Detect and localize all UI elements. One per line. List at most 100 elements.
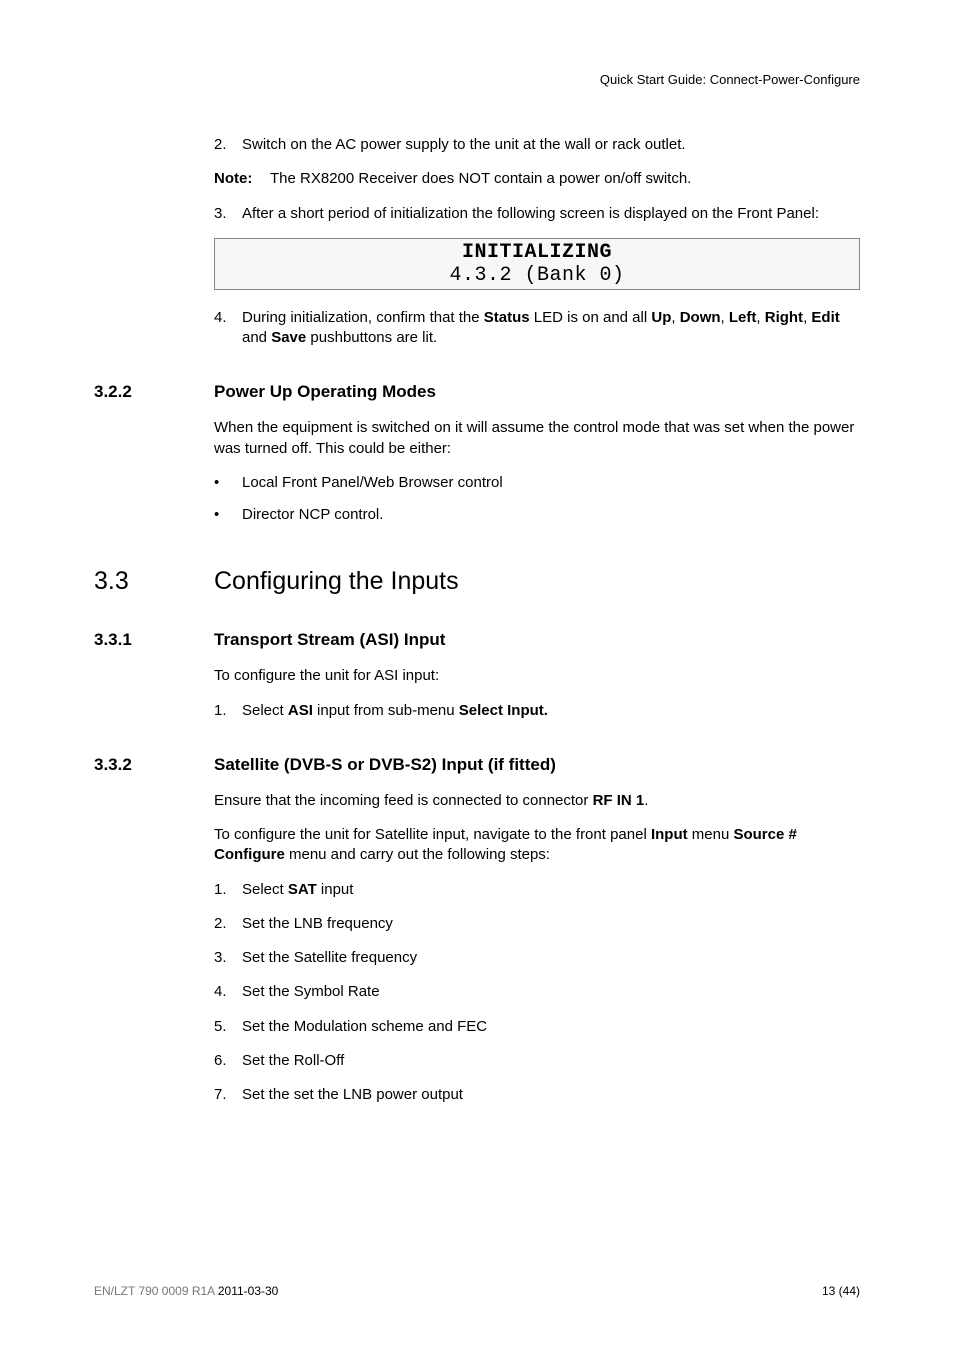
section-title: Satellite (DVB-S or DVB-S2) Input (if fi…	[214, 755, 556, 775]
section-number: 3.3.1	[94, 630, 214, 650]
list-item: 6. Set the Roll-Off	[214, 1051, 860, 1071]
lcd-display: INITIALIZING 4.3.2 (Bank 0)	[214, 238, 860, 290]
content-block: Ensure that the incoming feed is connect…	[214, 791, 860, 1106]
list-text: Select SAT input	[242, 880, 860, 900]
list-number: 1.	[214, 701, 242, 721]
text: ,	[756, 309, 764, 326]
bold-text: Status	[484, 309, 530, 326]
lcd-line-2: 4.3.2 (Bank 0)	[215, 264, 859, 287]
text: input from sub-menu	[313, 702, 459, 719]
doc-id: EN/LZT 790 0009 R1A	[94, 1284, 218, 1298]
paragraph: To configure the unit for ASI input:	[214, 666, 860, 686]
list-number: 3.	[214, 204, 242, 224]
text: .	[644, 792, 648, 809]
section-number: 3.3.2	[94, 755, 214, 775]
text: pushbuttons are lit.	[306, 329, 437, 346]
list-number: 7.	[214, 1085, 242, 1105]
list-item: 2. Set the LNB frequency	[214, 914, 860, 934]
running-header: Quick Start Guide: Connect-Power-Configu…	[94, 72, 860, 87]
list-text: Set the Symbol Rate	[242, 982, 860, 1002]
bold-text: Save	[271, 329, 306, 346]
doc-date: 2011-03-30	[218, 1284, 279, 1298]
list-number: 2.	[214, 914, 242, 934]
list-number: 4.	[214, 982, 242, 1002]
list-text: Set the set the LNB power output	[242, 1085, 860, 1105]
text: ,	[671, 309, 679, 326]
bold-text: Right	[765, 309, 803, 326]
list-text: During initialization, confirm that the …	[242, 308, 860, 349]
list-number: 5.	[214, 1017, 242, 1037]
bold-text: Edit	[811, 309, 839, 326]
heading-level-1: 3.3 Configuring the Inputs	[94, 567, 860, 596]
bullet-item: • Local Front Panel/Web Browser control	[214, 473, 860, 493]
heading-level-2: 3.2.2 Power Up Operating Modes	[94, 382, 860, 402]
bold-text: Input	[651, 826, 688, 843]
paragraph: When the equipment is switched on it wil…	[214, 418, 860, 459]
list-text: After a short period of initialization t…	[242, 204, 860, 224]
note: Note: The RX8200 Receiver does NOT conta…	[214, 169, 860, 189]
list-item: 4. During initialization, confirm that t…	[214, 308, 860, 349]
text: Ensure that the incoming feed is connect…	[214, 792, 593, 809]
list-item: 1. Select ASI input from sub-menu Select…	[214, 701, 860, 721]
list-number: 3.	[214, 948, 242, 968]
bullet-text: Local Front Panel/Web Browser control	[242, 473, 503, 493]
heading-level-2: 3.3.2 Satellite (DVB-S or DVB-S2) Input …	[94, 755, 860, 775]
list-number: 6.	[214, 1051, 242, 1071]
bullet-icon: •	[214, 473, 242, 493]
bold-text: RF IN 1	[593, 792, 645, 809]
list-item: 5. Set the Modulation scheme and FEC	[214, 1017, 860, 1037]
bold-text: Up	[651, 309, 671, 326]
bullet-item: • Director NCP control.	[214, 505, 860, 525]
bold-text: Select Input.	[459, 702, 548, 719]
list-item: 3. Set the Satellite frequency	[214, 948, 860, 968]
list-item: 3. After a short period of initializatio…	[214, 204, 860, 224]
text: ,	[721, 309, 729, 326]
list-text: Set the Satellite frequency	[242, 948, 860, 968]
list-item: 4. Set the Symbol Rate	[214, 982, 860, 1002]
lcd-line-1: INITIALIZING	[215, 241, 859, 264]
section-title: Power Up Operating Modes	[214, 382, 436, 402]
heading-level-2: 3.3.1 Transport Stream (ASI) Input	[94, 630, 860, 650]
page-number: 13 (44)	[822, 1284, 860, 1298]
list-number: 2.	[214, 135, 242, 155]
text: LED is on and all	[530, 309, 652, 326]
paragraph: Ensure that the incoming feed is connect…	[214, 791, 860, 811]
list-item: 7. Set the set the LNB power output	[214, 1085, 860, 1105]
text: Select	[242, 702, 288, 719]
section-number: 3.2.2	[94, 382, 214, 402]
bold-text: Down	[680, 309, 721, 326]
text: During initialization, confirm that the	[242, 309, 484, 326]
section-title: Configuring the Inputs	[214, 567, 459, 596]
list-text: Select ASI input from sub-menu Select In…	[242, 701, 860, 721]
list-number: 1.	[214, 880, 242, 900]
bullet-icon: •	[214, 505, 242, 525]
content-block: When the equipment is switched on it wil…	[214, 418, 860, 525]
bold-text: SAT	[288, 881, 317, 898]
bold-text: Left	[729, 309, 757, 326]
text: Select	[242, 881, 288, 898]
footer-left: EN/LZT 790 0009 R1A 2011-03-30	[94, 1284, 278, 1298]
page: Quick Start Guide: Connect-Power-Configu…	[0, 0, 954, 1350]
text: menu	[688, 826, 734, 843]
text: To configure the unit for Satellite inpu…	[214, 826, 651, 843]
content-block: 2. Switch on the AC power supply to the …	[214, 135, 860, 348]
list-text: Set the Roll-Off	[242, 1051, 860, 1071]
bold-text: ASI	[288, 702, 313, 719]
note-text: The RX8200 Receiver does NOT contain a p…	[270, 169, 691, 189]
section-number: 3.3	[94, 567, 214, 596]
bullet-text: Director NCP control.	[242, 505, 383, 525]
list-number: 4.	[214, 308, 242, 349]
content-block: To configure the unit for ASI input: 1. …	[214, 666, 860, 721]
list-text: Switch on the AC power supply to the uni…	[242, 135, 860, 155]
text: and	[242, 329, 271, 346]
paragraph: To configure the unit for Satellite inpu…	[214, 825, 860, 866]
list-text: Set the Modulation scheme and FEC	[242, 1017, 860, 1037]
list-item: 1. Select SAT input	[214, 880, 860, 900]
note-label: Note:	[214, 169, 270, 189]
list-item: 2. Switch on the AC power supply to the …	[214, 135, 860, 155]
text: menu and carry out the following steps:	[285, 846, 550, 863]
list-text: Set the LNB frequency	[242, 914, 860, 934]
text: input	[317, 881, 354, 898]
footer: EN/LZT 790 0009 R1A 2011-03-30 13 (44)	[94, 1284, 860, 1298]
section-title: Transport Stream (ASI) Input	[214, 630, 445, 650]
